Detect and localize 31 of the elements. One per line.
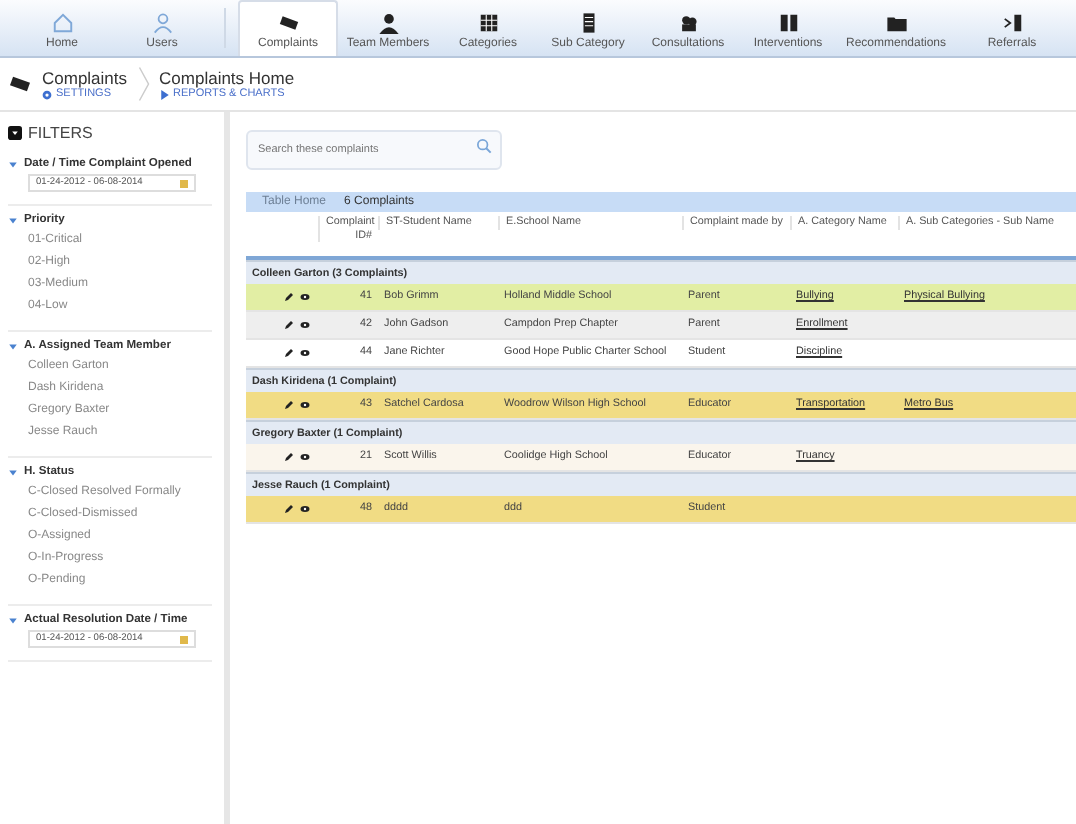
pencil-icon[interactable] <box>284 348 294 358</box>
pencil-icon[interactable] <box>284 504 294 514</box>
pencil-icon[interactable] <box>284 452 294 462</box>
grid-icon <box>477 11 499 33</box>
collapse-caret-icon[interactable] <box>8 467 18 477</box>
eye-icon[interactable] <box>300 292 310 302</box>
collapse-caret-icon[interactable] <box>8 341 18 351</box>
user-icon <box>151 11 173 33</box>
eye-icon[interactable] <box>300 400 310 410</box>
search-icon <box>476 138 492 154</box>
calendar-icon <box>180 179 188 187</box>
collapse-caret-icon[interactable] <box>8 159 18 169</box>
pencil-icon[interactable] <box>284 292 294 302</box>
section-title: Complaints <box>42 68 128 88</box>
page-title: Complaints Home <box>159 68 295 88</box>
eye-icon[interactable] <box>300 452 310 462</box>
triangle-icon <box>159 89 170 99</box>
eye-icon[interactable] <box>300 504 310 514</box>
chevron-icon <box>137 64 150 104</box>
person-icon <box>377 11 399 33</box>
filters-title: FILTERS <box>28 124 93 142</box>
home-icon <box>51 11 73 33</box>
pencil-icon[interactable] <box>284 320 294 330</box>
group-icon <box>677 11 699 33</box>
collapse-caret-icon[interactable] <box>8 215 18 225</box>
eye-icon[interactable] <box>300 320 310 330</box>
pencil-icon[interactable] <box>284 400 294 410</box>
calendar-icon <box>180 635 188 643</box>
collapse-caret-icon[interactable] <box>8 615 18 625</box>
filter-toggle-icon[interactable] <box>8 126 22 140</box>
eye-icon[interactable] <box>300 348 310 358</box>
